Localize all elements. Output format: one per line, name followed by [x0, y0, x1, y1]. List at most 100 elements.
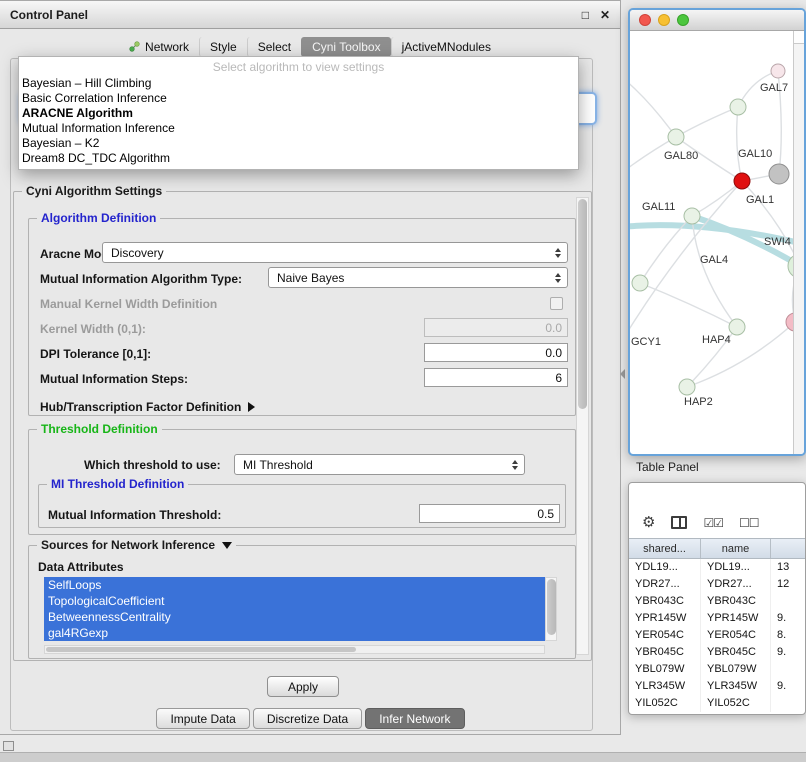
- tab-label: Network: [145, 40, 189, 54]
- expand-arrow-icon[interactable]: [248, 402, 255, 412]
- algorithm-option-bayesian-hill-climbing[interactable]: Bayesian – Hill Climbing: [19, 76, 578, 91]
- attribute-item-selfloops[interactable]: SelfLoops: [44, 577, 545, 593]
- hide-columns-icon[interactable]: ☐☐: [739, 517, 759, 529]
- settings-gear-icon[interactable]: ⚙: [642, 515, 655, 530]
- settings-scrollbar[interactable]: [576, 197, 589, 655]
- table-cell: YLR345W: [701, 678, 771, 695]
- table-row[interactable]: YDL19...YDL19...13: [629, 559, 805, 576]
- network-canvas[interactable]: GAL7GAL80GAL10GAL11GAL1SWI4GAL4GCY1HAP4H…: [630, 31, 804, 454]
- tab-style[interactable]: Style: [199, 37, 247, 57]
- tab-label: jActiveMNodules: [402, 40, 491, 54]
- tab-label: Cyni Toolbox: [312, 40, 380, 54]
- mi-algorithm-type-label: Mutual Information Algorithm Type:: [40, 272, 242, 286]
- attributes-list-vscrollbar[interactable]: [545, 577, 557, 641]
- network-window-titlebar[interactable]: [630, 10, 804, 31]
- table-panel-title: Table Panel: [636, 460, 699, 474]
- sources-group-title[interactable]: Sources for Network Inference: [37, 538, 236, 552]
- table-row[interactable]: YIL052CYIL052C: [629, 695, 805, 712]
- attributes-list-hscrollbar[interactable]: [44, 645, 545, 654]
- table-cell: YDL19...: [701, 559, 771, 576]
- table-body: YDL19...YDL19...13YDR27...YDR27...12YBR0…: [629, 559, 805, 712]
- table-cell: YLR345W: [629, 678, 701, 695]
- table-row[interactable]: YPR145WYPR145W9.: [629, 610, 805, 627]
- network-node[interactable]: [684, 208, 700, 224]
- show-columns-icon[interactable]: ☑☑: [703, 517, 723, 529]
- network-node-label-gal7: GAL7: [760, 82, 788, 94]
- bottom-tab-impute-data[interactable]: Impute Data: [156, 708, 249, 729]
- data-attributes-list: SelfLoopsTopologicalCoefficientBetweenne…: [44, 577, 545, 641]
- apply-button[interactable]: Apply: [267, 676, 339, 697]
- network-edge[interactable]: [737, 107, 742, 181]
- network-node-label-hap2: HAP2: [684, 396, 713, 408]
- network-node[interactable]: [771, 64, 785, 78]
- column-layout-icon[interactable]: [671, 516, 687, 529]
- scroll-up-button[interactable]: [794, 31, 804, 44]
- table-row[interactable]: YLR345WYLR345W9.: [629, 678, 805, 695]
- attribute-item-topologicalcoefficient[interactable]: TopologicalCoefficient: [44, 593, 545, 609]
- tab-jactivemnodules[interactable]: jActiveMNodules: [391, 37, 501, 57]
- table-row[interactable]: YDR27...YDR27...12: [629, 576, 805, 593]
- mi-algorithm-type-select[interactable]: Naive Bayes: [268, 267, 568, 288]
- algorithm-option-aracne-algorithm[interactable]: ARACNE Algorithm: [19, 106, 578, 121]
- collapse-arrow-icon[interactable]: [222, 542, 232, 549]
- dpi-tolerance-input[interactable]: [424, 343, 568, 362]
- algorithm-option-basic-correlation-inference[interactable]: Basic Correlation Inference: [19, 91, 578, 106]
- zoom-traffic-light[interactable]: [677, 14, 689, 26]
- settings-scrollbar-thumb[interactable]: [578, 199, 587, 409]
- network-node[interactable]: [769, 164, 789, 184]
- column-header-name[interactable]: name: [701, 539, 771, 558]
- attribute-item-betweennesscentrality[interactable]: BetweennessCentrality: [44, 609, 545, 625]
- mi-threshold-input[interactable]: [419, 504, 560, 523]
- table-panel-window: ⚙ ☑☑ ☐☐ shared...name YDL19...YDL19...13YD…: [628, 482, 806, 715]
- algorithm-option-bayesian-k2[interactable]: Bayesian – K2: [19, 136, 578, 151]
- table-cell: 9.: [771, 644, 805, 661]
- aracne-mode-select[interactable]: Discovery: [102, 242, 568, 263]
- network-vscrollbar[interactable]: [793, 31, 804, 454]
- network-edge[interactable]: [630, 79, 676, 137]
- network-node[interactable]: [734, 173, 750, 189]
- algorithm-option-mutual-information-inference[interactable]: Mutual Information Inference: [19, 121, 578, 136]
- splitter-collapse-arrow[interactable]: [620, 369, 625, 379]
- network-node[interactable]: [729, 319, 745, 335]
- control-panel-titlebar[interactable]: Control Panel □ ✕: [0, 1, 620, 29]
- algorithm-option-dream8-dc-tdc-algorithm[interactable]: Dream8 DC_TDC Algorithm: [19, 151, 578, 166]
- network-node[interactable]: [632, 275, 648, 291]
- column-header-extra[interactable]: [771, 539, 805, 558]
- tab-select[interactable]: Select: [247, 37, 301, 57]
- attributes-hscroll-thumb[interactable]: [46, 647, 356, 652]
- minimize-traffic-light[interactable]: [658, 14, 670, 26]
- bottom-tab-discretize-data[interactable]: Discretize Data: [253, 708, 362, 729]
- which-threshold-select[interactable]: MI Threshold: [234, 454, 525, 475]
- table-row[interactable]: YER054CYER054C8.: [629, 627, 805, 644]
- sources-group-title-text: Sources for Network Inference: [41, 538, 215, 552]
- bottom-tab-infer-network[interactable]: Infer Network: [365, 708, 464, 729]
- network-node[interactable]: [679, 379, 695, 395]
- float-window-icon[interactable]: □: [582, 8, 589, 22]
- table-cell: YBR043C: [701, 593, 771, 610]
- collapsed-panel-icon[interactable]: [3, 741, 14, 751]
- manual-kernel-width-checkbox[interactable]: [550, 297, 563, 310]
- network-node[interactable]: [730, 99, 746, 115]
- hub-definition-section[interactable]: Hub/Transcription Factor Definition: [40, 400, 255, 414]
- close-traffic-light[interactable]: [639, 14, 651, 26]
- hub-definition-label: Hub/Transcription Factor Definition: [40, 400, 241, 414]
- network-node-label-gcy1: GCY1: [631, 336, 661, 348]
- network-edge[interactable]: [692, 181, 742, 216]
- table-cell: YDR27...: [629, 576, 701, 593]
- column-header-shared[interactable]: shared...: [629, 539, 701, 558]
- attribute-item-gal4rgexp[interactable]: gal4RGexp: [44, 625, 545, 641]
- network-edge[interactable]: [676, 107, 738, 137]
- tab-network[interactable]: Network: [119, 37, 199, 57]
- table-row[interactable]: YBL079WYBL079W: [629, 661, 805, 678]
- mi-steps-input[interactable]: [424, 368, 568, 387]
- close-icon[interactable]: ✕: [600, 8, 610, 22]
- which-threshold-value: MI Threshold: [243, 458, 313, 472]
- table-row[interactable]: YBR045CYBR045C9.: [629, 644, 805, 661]
- table-row[interactable]: YBR043CYBR043C: [629, 593, 805, 610]
- attributes-vscroll-thumb[interactable]: [547, 579, 556, 635]
- network-node[interactable]: [668, 129, 684, 145]
- tab-cyni-toolbox[interactable]: Cyni Toolbox: [301, 37, 390, 57]
- table-cell: YPR145W: [701, 610, 771, 627]
- network-node-label-gal4: GAL4: [700, 254, 728, 266]
- mi-threshold-label: Mutual Information Threshold:: [48, 508, 221, 522]
